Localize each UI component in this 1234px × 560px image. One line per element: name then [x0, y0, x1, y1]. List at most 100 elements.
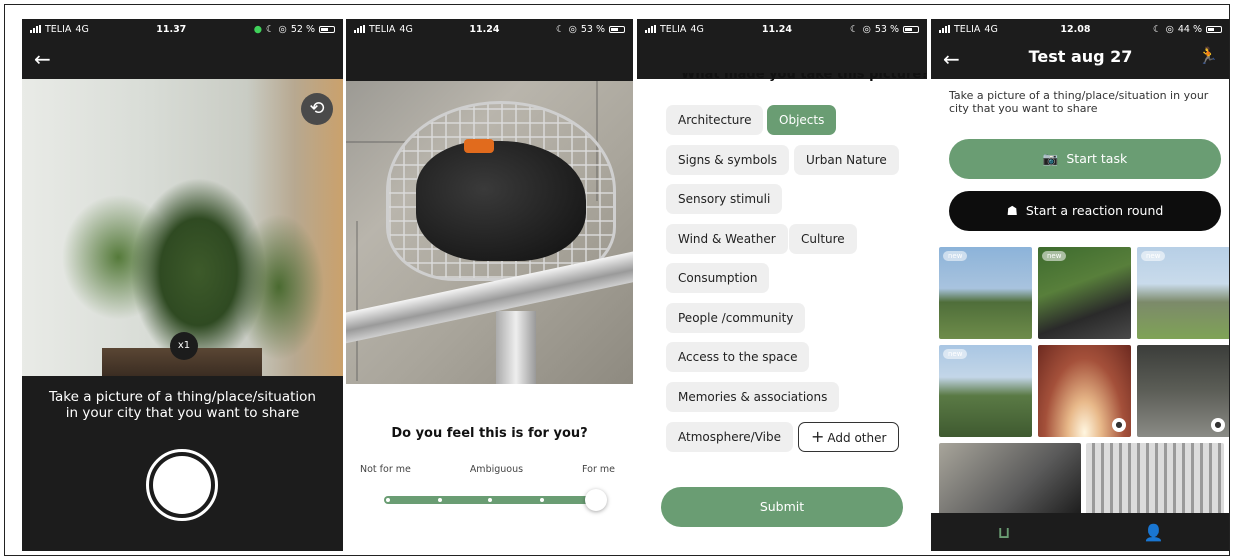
- status-bar: TELIA 4G 11.37 ● ☾ ◎ 52 %: [22, 19, 343, 39]
- chip-architecture[interactable]: Architecture: [666, 105, 764, 135]
- avatar-icon: ●: [1112, 418, 1126, 432]
- start-task-button[interactable]: 📷 Start task: [949, 139, 1221, 179]
- plus-icon: +: [811, 427, 825, 446]
- reaction-round-label: Start a reaction round: [1025, 203, 1164, 218]
- chip-objects[interactable]: Objects: [767, 105, 837, 135]
- status-bar: TELIA 4G 11.24 ☾ ◎ 53 %: [637, 19, 927, 39]
- new-badge: new: [943, 251, 968, 261]
- photo-thumb[interactable]: [1086, 443, 1224, 515]
- status-time: 11.37: [156, 23, 187, 35]
- task-screen: TELIA 4G 12.08 ☾ ◎ 44 % ← Test aug 27 🏃 Tak…: [931, 19, 1229, 551]
- signal-icon: [939, 25, 950, 33]
- moon-icon: ☾: [266, 23, 275, 35]
- battery-icon: [903, 25, 919, 33]
- location-icon: ◎: [1165, 23, 1174, 35]
- battery-icon: [1206, 25, 1222, 33]
- chip-sensory-stimuli[interactable]: Sensory stimuli: [666, 184, 783, 214]
- battery-percent: 53 %: [874, 23, 899, 35]
- nav-bar: ←: [22, 39, 343, 79]
- status-bar: TELIA 4G 11.24 ☾ ◎ 53 %: [346, 19, 633, 39]
- camera-screen: TELIA 4G 11.37 ● ☾ ◎ 52 % ← ⟲ x1 Take a pict…: [22, 19, 343, 551]
- feeling-question: Do you feel this is for you?: [391, 426, 588, 441]
- chip-access-space[interactable]: Access to the space: [666, 342, 810, 372]
- moon-icon: ☾: [1153, 23, 1162, 35]
- start-task-label: Start task: [1066, 151, 1128, 166]
- chip-consumption[interactable]: Consumption: [666, 263, 770, 293]
- scale-label-left: Not for me: [360, 464, 411, 475]
- feeling-screen: TELIA 4G 11.24 ☾ ◎ 53 % Do you feel this is…: [346, 19, 633, 551]
- carrier-label: TELIA: [954, 23, 981, 35]
- nav-bar: [346, 39, 633, 81]
- carrier-label: TELIA: [45, 23, 72, 35]
- moon-icon: ☾: [556, 23, 565, 35]
- scale-label-right: For me: [582, 464, 615, 475]
- task-description: Take a picture of a thing/place/situatio…: [949, 89, 1209, 115]
- category-screen: TELIA 4G 11.24 ☾ ◎ 53 % What made you take …: [637, 19, 927, 551]
- runner-icon[interactable]: 🏃: [1198, 46, 1218, 65]
- camera-icon: 📷: [1042, 151, 1059, 166]
- signal-icon: [645, 25, 656, 33]
- chip-memories[interactable]: Memories & associations: [666, 382, 840, 412]
- new-badge: new: [1141, 251, 1166, 261]
- figure-frame: TELIA 4G 11.37 ● ☾ ◎ 52 % ← ⟲ x1 Take a pict…: [4, 4, 1230, 556]
- back-arrow-icon[interactable]: ←: [34, 49, 56, 69]
- chip-culture[interactable]: Culture: [789, 224, 857, 254]
- profile-icon[interactable]: 👤: [1143, 523, 1163, 542]
- photo-thumb[interactable]: ●: [1038, 345, 1131, 437]
- signal-icon: [354, 25, 365, 33]
- bike-stem-shape: [496, 311, 536, 384]
- photo-thumb[interactable]: ●: [1137, 345, 1229, 437]
- submit-button[interactable]: Submit: [661, 487, 903, 527]
- location-icon: ◎: [568, 23, 577, 35]
- photo-thumb[interactable]: new: [939, 345, 1032, 437]
- network-label: 4G: [75, 23, 89, 35]
- chip-signs-symbols[interactable]: Signs & symbols: [666, 145, 789, 175]
- zoom-button[interactable]: x1: [170, 332, 198, 360]
- feeling-slider[interactable]: [384, 489, 607, 511]
- photo-thumb[interactable]: new: [1038, 247, 1131, 339]
- battery-percent: 52 %: [290, 23, 315, 35]
- shutter-button[interactable]: [146, 449, 218, 521]
- network-label: 4G: [984, 23, 998, 35]
- location-icon: ◎: [278, 23, 287, 35]
- status-time: 11.24: [761, 23, 792, 35]
- switch-camera-icon[interactable]: ⟲: [301, 93, 333, 125]
- network-label: 4G: [399, 23, 413, 35]
- chip-atmosphere-vibe[interactable]: Atmosphere/Vibe: [666, 422, 793, 452]
- scale-label-middle: Ambiguous: [469, 464, 524, 475]
- slider-knob[interactable]: [585, 489, 607, 511]
- photo-thumb[interactable]: [939, 443, 1081, 515]
- camera-instruction: Take a picture of a thing/place/situatio…: [48, 389, 316, 421]
- home-logo-icon[interactable]: ⊔: [998, 523, 1011, 542]
- moon-icon: ☾: [850, 23, 859, 35]
- carrier-label: TELIA: [660, 23, 687, 35]
- status-time: 11.24: [469, 23, 500, 35]
- avatar-icon: ●: [1211, 418, 1225, 432]
- orange-lock-shape: [464, 139, 494, 153]
- captured-photo: [346, 81, 633, 384]
- scale-labels: Not for me Ambiguous For me: [360, 464, 615, 475]
- battery-percent: 44 %: [1177, 23, 1202, 35]
- location-icon: ◎: [862, 23, 871, 35]
- photo-thumb[interactable]: new: [1137, 247, 1229, 339]
- new-badge: new: [1042, 251, 1067, 261]
- camera-preview: ⟲ x1: [22, 79, 343, 376]
- chip-wind-weather[interactable]: Wind & Weather: [666, 224, 788, 254]
- bag-shape: [416, 141, 586, 261]
- add-other-label: Add other: [827, 431, 887, 445]
- chip-people-community[interactable]: People /community: [666, 303, 806, 333]
- add-other-button[interactable]: + Add other: [798, 422, 900, 452]
- network-label: 4G: [690, 23, 704, 35]
- bottom-nav: ⊔ 👤: [931, 513, 1229, 551]
- reaction-round-button[interactable]: ☗ Start a reaction round: [949, 191, 1221, 231]
- battery-percent: 53 %: [580, 23, 605, 35]
- battery-icon: [318, 25, 335, 33]
- chip-urban-nature[interactable]: Urban Nature: [794, 145, 899, 175]
- status-time: 12.08: [1060, 23, 1091, 35]
- new-badge: new: [943, 349, 968, 359]
- category-question: What made you take this picture?: [681, 73, 927, 82]
- status-bar: TELIA 4G 12.08 ☾ ◎ 44 %: [931, 19, 1229, 39]
- page-title: Test aug 27: [1028, 47, 1133, 66]
- battery-icon: [609, 25, 625, 33]
- photo-thumb[interactable]: new: [939, 247, 1032, 339]
